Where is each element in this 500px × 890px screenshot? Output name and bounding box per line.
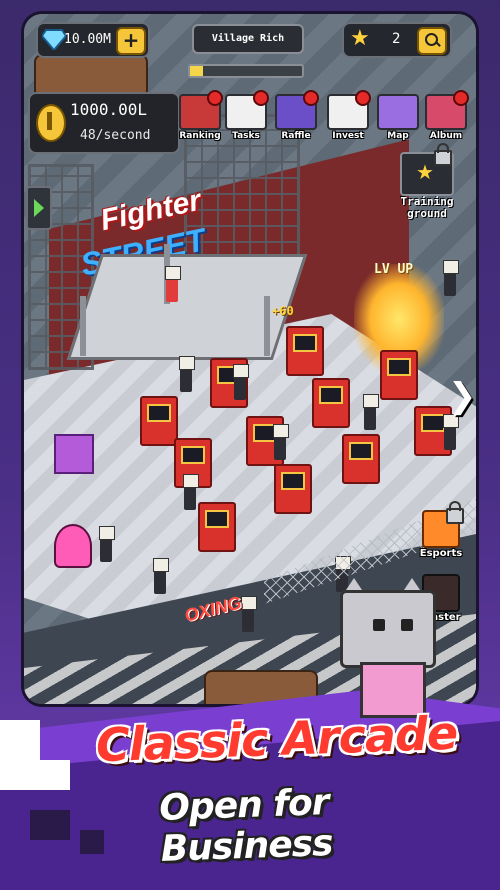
menu-ranking[interactable]: Ranking [178,90,223,144]
gift-box[interactable] [54,434,94,474]
menu-label: Tasks [232,131,260,141]
stars-value: 2 [392,31,401,47]
headline-open-for-business: Open for Business [158,782,334,870]
level-up-label: LV UP [374,262,414,277]
arcade-machine[interactable] [286,326,324,376]
gems-value: 10.00M [64,32,111,47]
customer-npc[interactable] [233,364,249,400]
coin-rate: 48/second [80,128,151,143]
customer-npc[interactable] [183,474,199,510]
expand-sidebar-button[interactable] [26,186,52,230]
menu-label: Map [387,131,409,141]
menu-label: Album [429,131,463,141]
customer-npc[interactable] [443,260,459,296]
menu-label: Raffle [281,131,311,141]
menu-raffle[interactable]: Raffle [274,90,319,144]
gems-counter: 10.00M + [36,22,150,58]
training-ground-button[interactable]: Training ground [390,143,464,226]
menu-tasks[interactable]: Tasks [224,90,269,144]
player-title[interactable]: Village Rich [192,24,304,54]
menu-invest[interactable]: Invest [326,90,371,144]
bonus-popup: +60 [272,304,294,318]
stars-counter: ★ 2 [342,22,452,58]
boxer-character[interactable] [165,266,181,302]
arcade-machine[interactable] [380,350,418,400]
search-button[interactable] [417,27,447,55]
customer-npc[interactable] [273,424,289,460]
customer-npc[interactable] [363,394,379,430]
menu-label: Invest [332,131,364,141]
album-icon [425,90,469,130]
arcade-machine[interactable] [312,378,350,428]
ranking-icon [179,90,223,130]
notification-dot [355,90,371,106]
raffle-icon [275,90,319,130]
chevron-right-icon[interactable]: ❯ [448,376,476,416]
customer-npc[interactable] [241,596,257,632]
tasks-icon [225,90,269,130]
star-icon: ★ [350,26,370,51]
arcade-machine[interactable] [198,502,236,552]
add-gems-button[interactable]: + [116,27,146,55]
arcade-machine[interactable] [274,464,312,514]
customer-npc[interactable] [99,526,115,562]
ring-post [264,296,270,356]
notification-dot [453,90,469,106]
esports-button[interactable]: Esports [416,501,466,559]
menu-label: Ranking [179,131,221,141]
cat-mascot [330,578,450,718]
lock-icon [446,501,464,524]
notification-dot [253,90,269,106]
customer-npc[interactable] [179,356,195,392]
coin-balance-panel: 1000.00L 48/second [28,92,180,154]
customer-npc[interactable] [443,414,459,450]
training-label-line2: ground [407,207,447,220]
customer-npc[interactable] [153,558,169,594]
title-progress-bar [188,64,304,78]
coin-amount: 1000.00L [70,100,148,119]
notification-dot [303,90,319,106]
arcade-machine[interactable] [140,396,178,446]
vip-character[interactable] [54,524,92,568]
progress-fill [190,66,204,76]
map-icon [377,94,419,130]
notification-dot [207,90,223,106]
menu-album[interactable]: Album [424,90,469,144]
esports-label: Esports [419,548,463,559]
invest-icon [327,90,371,130]
menu-map[interactable]: Map [376,94,420,144]
arcade-machine[interactable] [342,434,380,484]
lock-icon [434,143,452,166]
coin-icon [36,104,66,142]
ring-post [80,296,86,356]
diamond-icon [42,29,66,50]
